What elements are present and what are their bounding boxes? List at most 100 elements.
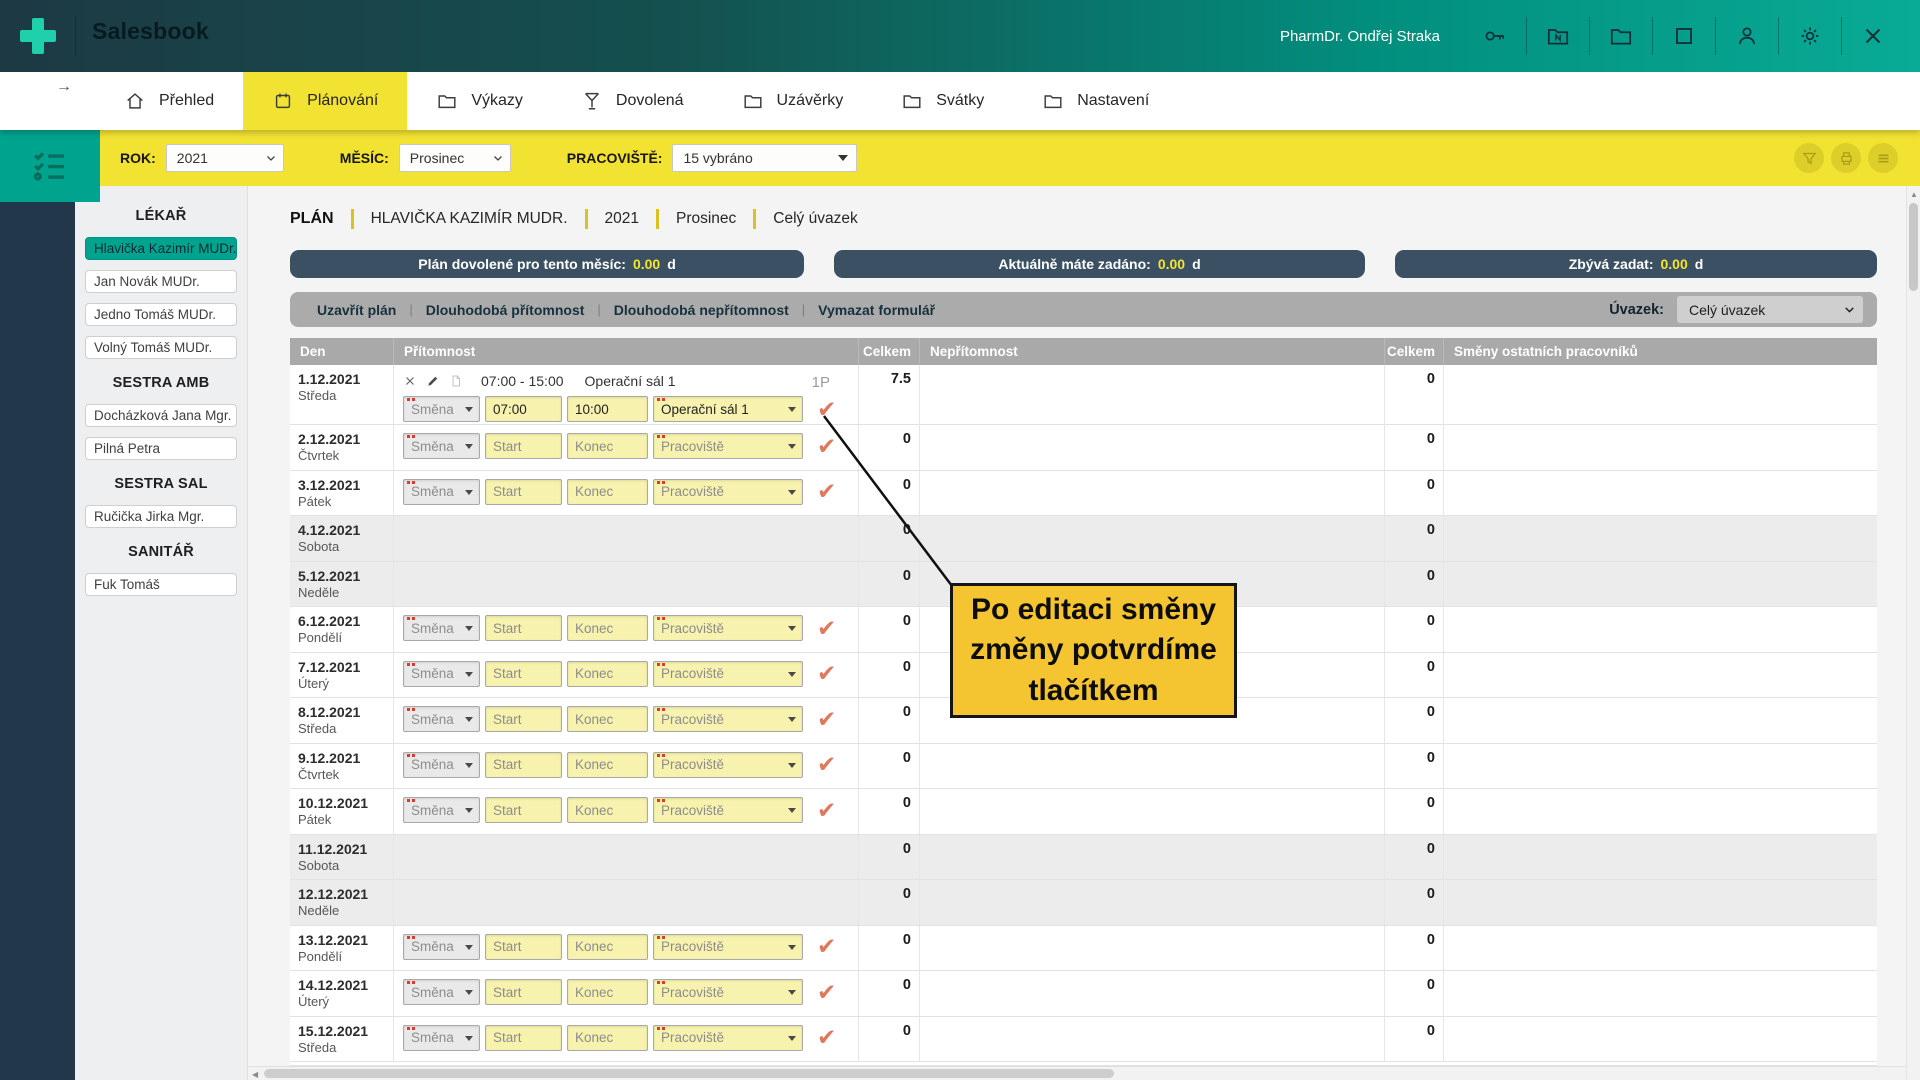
checklist-icon[interactable] [0, 130, 100, 202]
tab-uzávěrky[interactable]: Uzávěrky [713, 72, 873, 130]
tab-svátky[interactable]: Svátky [872, 72, 1013, 130]
workplace-shift-select[interactable]: Operační sál 1 [653, 396, 803, 422]
shift-type-select[interactable]: Směna [403, 396, 480, 422]
toolbar-action[interactable]: Vymazat formulář [805, 302, 948, 318]
menu-button[interactable] [1868, 143, 1898, 173]
month-select[interactable]: Prosinec [399, 144, 511, 172]
reports-folder-icon[interactable] [1543, 21, 1573, 51]
confirm-shift-button[interactable]: ✔ [817, 662, 836, 685]
workplace-shift-select[interactable]: Pracoviště [653, 752, 803, 778]
end-time-input[interactable] [567, 752, 648, 778]
uvazek-select[interactable]: Celý úvazek [1677, 296, 1863, 323]
sidebar-person-item[interactable]: Ručička Jirka Mgr. [85, 505, 237, 528]
confirm-shift-button[interactable]: ✔ [817, 799, 836, 822]
confirm-shift-button[interactable]: ✔ [817, 398, 836, 421]
end-time-input[interactable] [567, 479, 648, 505]
confirm-shift-button[interactable]: ✔ [817, 981, 836, 1004]
end-time-input[interactable] [567, 797, 648, 823]
confirm-shift-button[interactable]: ✔ [817, 753, 836, 776]
shift-type-select[interactable]: Směna [403, 706, 480, 732]
workplace-shift-select[interactable]: Pracoviště [653, 934, 803, 960]
close-icon[interactable] [1858, 21, 1888, 51]
end-time-input[interactable] [567, 661, 648, 687]
start-time-input[interactable] [485, 661, 562, 687]
shift-type-select[interactable]: Směna [403, 979, 480, 1005]
vertical-scrollbar-thumb[interactable] [1909, 203, 1918, 291]
workplace-shift-select[interactable]: Pracoviště [653, 661, 803, 687]
sidebar-person-item[interactable]: Fuk Tomáš [85, 573, 237, 596]
year-select[interactable]: 2021 [166, 144, 284, 172]
shift-type-select[interactable]: Směna [403, 433, 480, 459]
sidebar-person-item[interactable]: Jedno Tomáš MUDr. [85, 303, 237, 326]
scroll-up-arrow[interactable]: ▲ [1907, 190, 1920, 199]
scroll-left-arrow[interactable]: ◀ [252, 1070, 258, 1079]
key-icon[interactable] [1480, 21, 1510, 51]
workplace-select[interactable]: 15 vybráno [672, 144, 857, 172]
toolbar-action[interactable]: Dlouhodobá nepřítomnost [601, 302, 802, 318]
end-time-input[interactable] [567, 979, 648, 1005]
tab-přehled[interactable]: Přehled [95, 72, 243, 130]
start-time-input[interactable] [485, 433, 562, 459]
sidebar-person-item[interactable]: Volný Tomáš MUDr. [85, 336, 237, 359]
tab-nastavení[interactable]: Nastavení [1013, 72, 1178, 130]
sidebar-person-item[interactable]: Jan Novák MUDr. [85, 270, 237, 293]
end-time-input[interactable] [567, 706, 648, 732]
sidebar-person-item[interactable]: Pilná Petra [85, 437, 237, 460]
workplace-shift-select[interactable]: Pracoviště [653, 706, 803, 732]
workplace-shift-select[interactable]: Pracoviště [653, 615, 803, 641]
confirm-shift-button[interactable]: ✔ [817, 435, 836, 458]
back-arrow-icon[interactable]: → [56, 78, 72, 96]
start-time-input[interactable] [485, 752, 562, 778]
tab-plánování[interactable]: Plánování [243, 72, 407, 130]
shift-type-select[interactable]: Směna [403, 934, 480, 960]
tab-dovolená[interactable]: Dovolená [552, 72, 713, 130]
workplace-shift-select[interactable]: Pracoviště [653, 433, 803, 459]
print-button[interactable] [1831, 143, 1861, 173]
shift-type-select[interactable]: Směna [403, 752, 480, 778]
confirm-shift-button[interactable]: ✔ [817, 708, 836, 731]
shift-type-select[interactable]: Směna [403, 479, 480, 505]
confirm-shift-button[interactable]: ✔ [817, 480, 836, 503]
shift-type-select[interactable]: Směna [403, 1025, 480, 1051]
user-icon[interactable] [1732, 21, 1762, 51]
start-time-input[interactable] [485, 706, 562, 732]
start-time-input[interactable] [485, 934, 562, 960]
confirm-shift-button[interactable]: ✔ [817, 617, 836, 640]
start-time-input[interactable] [485, 615, 562, 641]
horizontal-scrollbar-thumb[interactable] [264, 1069, 1114, 1078]
end-time-input[interactable] [567, 934, 648, 960]
delete-shift-icon[interactable] [403, 374, 417, 388]
window-icon[interactable] [1669, 21, 1699, 51]
start-time-input[interactable] [485, 1025, 562, 1051]
edit-shift-icon[interactable] [426, 374, 440, 388]
shift-type-select[interactable]: Směna [403, 797, 480, 823]
toolbar-action[interactable]: Dlouhodobá přítomnost [413, 302, 598, 318]
workplace-shift-select[interactable]: Pracoviště [653, 979, 803, 1005]
tab-výkazy[interactable]: Výkazy [407, 72, 552, 130]
confirm-shift-button[interactable]: ✔ [817, 935, 836, 958]
sidebar-person-item[interactable]: Hlavička Kazimír MUDr. [85, 237, 237, 260]
end-time-input[interactable] [567, 615, 648, 641]
end-time-input[interactable] [567, 1025, 648, 1051]
shift-type-select[interactable]: Směna [403, 615, 480, 641]
app-logo[interactable] [0, 0, 75, 72]
horizontal-scrollbar[interactable]: ◀ [248, 1066, 1906, 1080]
workplace-shift-select[interactable]: Pracoviště [653, 1025, 803, 1051]
confirm-shift-button[interactable]: ✔ [817, 1026, 836, 1049]
start-time-input[interactable] [485, 479, 562, 505]
vertical-scrollbar[interactable]: ▲ [1906, 186, 1920, 1080]
end-time-input[interactable] [567, 433, 648, 459]
end-time-input[interactable] [567, 396, 648, 422]
workplace-shift-select[interactable]: Pracoviště [653, 797, 803, 823]
copy-shift-icon[interactable] [449, 374, 463, 388]
start-time-input[interactable] [485, 396, 562, 422]
toolbar-action[interactable]: Uzavřít plán [304, 302, 409, 318]
sidebar-person-item[interactable]: Docházková Jana Mgr. [85, 404, 237, 427]
workplace-shift-select[interactable]: Pracoviště [653, 479, 803, 505]
start-time-input[interactable] [485, 979, 562, 1005]
shift-type-select[interactable]: Směna [403, 661, 480, 687]
folder-icon[interactable] [1606, 21, 1636, 51]
start-time-input[interactable] [485, 797, 562, 823]
settings-gear-icon[interactable] [1795, 21, 1825, 51]
filter-button[interactable] [1794, 143, 1824, 173]
